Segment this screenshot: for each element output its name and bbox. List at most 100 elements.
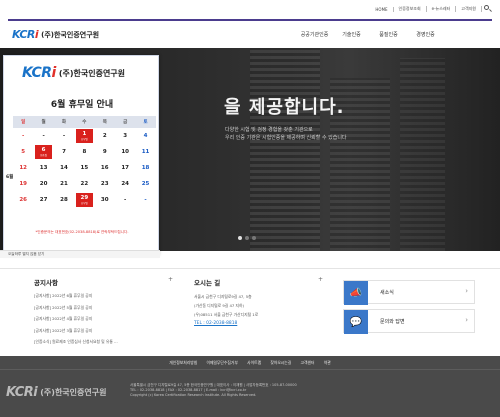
calendar-day: - [22, 133, 25, 139]
directions-more-button[interactable]: + [318, 276, 323, 283]
footer-divider [0, 369, 500, 370]
calendar-day: 14 [60, 165, 68, 171]
calendar-day: 16 [100, 165, 109, 171]
nav-management-cert[interactable]: 경영인증 [407, 31, 444, 38]
popup-logo-mark: KCRi [22, 65, 56, 81]
calendar-weekday: 화 [61, 120, 67, 125]
calendar-day: 5 [21, 149, 26, 155]
calendar-day: - [62, 133, 66, 139]
directions-address: 서울시 금천구 디지털로9길 47, 5층 (가산동 디지털로 9길 47 지하… [194, 294, 258, 326]
calendar-day: 17 [121, 165, 129, 171]
content-divider [0, 268, 500, 269]
calendar-day: 19 [19, 181, 28, 187]
calendar-month-label: 6월 [6, 175, 14, 180]
chevron-right-icon: › [465, 316, 468, 324]
calendar-day: 3 [123, 133, 128, 139]
calendar-day: 13 [39, 165, 48, 171]
directions-panel: 오시는 길 서울시 금천구 디지털로9길 47, 5층 (가산동 디지털로 9길… [194, 277, 258, 329]
chat-icon: 💬 [344, 310, 368, 334]
hero-pager-dot[interactable] [238, 236, 242, 240]
calendar-day: 26 [19, 197, 28, 203]
calendar-holiday-day: 6 현충일 [35, 145, 52, 159]
calendar-weekday: 토 [143, 120, 148, 125]
hero-subtitle: 우리 인증 기관은 시험인증을 제공하며 신뢰할 수 있습니다 [225, 135, 347, 141]
footer-link[interactable]: 고객센터 [297, 360, 319, 365]
search-icon[interactable] [482, 4, 492, 14]
notice-item[interactable]: [공지사항] 2022년 5월 휴무일 공지 [34, 305, 118, 311]
site-header: KCRi (주)한국인증연구원 공공기관인증 기술인증 품질인증 경영인증 [0, 22, 500, 48]
calendar-day: 8 [82, 149, 87, 155]
footer-links: 개인정보처리방침 이메일무단수집거부 사이트맵 찾아오시는길 고객센터 약관 [0, 360, 500, 374]
calendar-day: - [144, 197, 147, 203]
nav-quality-cert[interactable]: 품질인증 [370, 31, 407, 38]
calendar-day: 2 [102, 133, 107, 139]
site-logo[interactable]: KCRi (주)한국인증연구원 [12, 28, 99, 41]
holiday-popup: KCRi (주)한국인증연구원 6월 휴무일 안내 일 월 화 수 목 금 토 - - - 1 휴무일… [3, 55, 159, 255]
top-link-home[interactable]: HOME [370, 6, 394, 12]
calendar-day: 20 [39, 181, 48, 187]
main-nav: 공공기관인증 기술인증 품질인증 경영인증 [296, 31, 444, 38]
calendar-day: 30 [100, 197, 109, 203]
nav-tech-cert[interactable]: 기술인증 [333, 31, 370, 38]
calendar-day: 12 [19, 165, 28, 171]
notice-more-button[interactable]: + [168, 276, 173, 283]
address-line: (우)08511 서울 금천구 가산디지털 1로 [194, 312, 259, 317]
footer-logo: KCRi (주)한국인증연구원 [6, 385, 106, 400]
top-accent-rule [8, 19, 492, 21]
notice-item[interactable]: [인증소식] 원료제조 인증심사 신청서요청 및 유통 ... [34, 339, 118, 345]
popup-close-bar[interactable]: 오늘하루 열지 않음 닫기 [0, 250, 160, 258]
hero-pager-dot[interactable] [252, 236, 256, 240]
nav-public-cert[interactable]: 공공기관인증 [296, 31, 333, 38]
notice-title: 공지사항 [34, 279, 58, 287]
calendar-day: - [42, 133, 45, 139]
hero-pager-dot[interactable] [245, 236, 249, 240]
calendar-day: 22 [80, 181, 89, 187]
footer-link[interactable]: 찾아오시는길 [266, 360, 295, 365]
directions-title: 오시는 길 [194, 279, 221, 287]
top-link-cert-search[interactable]: 인증정보조회 [394, 6, 427, 12]
calendar-weekday: 수 [82, 120, 87, 125]
top-link-support[interactable]: 고객지원 [456, 6, 482, 12]
footer-info: 서울특별시 금천구 디지털로9길 47, 5층 한국인증연구원 | 대표이사 :… [130, 383, 297, 398]
calendar-holiday-day: 1 휴무일 [76, 129, 93, 143]
hero-building-image [400, 58, 445, 251]
popup-logo: KCRi (주)한국인증연구원 [22, 65, 125, 81]
qna-shortcut[interactable]: 💬 문의와 답변 › [343, 309, 475, 334]
calendar-weekday: 금 [123, 120, 128, 125]
hero-pager [238, 236, 259, 240]
top-link-newsletter[interactable]: e-뉴스레터 [427, 6, 457, 12]
calendar-day: 4 [143, 133, 148, 139]
calendar-day: 24 [121, 181, 129, 187]
notice-item[interactable]: [공지사항] 2022년 3월 휴무일 공지 [34, 328, 118, 334]
calendar-holiday-day: 29 휴무일 [76, 193, 93, 207]
notice-list: [공지사항] 2022년 6월 휴무일 공지 [공지사항] 2022년 5월 휴… [34, 293, 118, 345]
calendar-day: 18 [141, 165, 150, 171]
phone-link[interactable]: TEL : 02-2038-8818 [194, 321, 258, 326]
calendar-day: 28 [60, 197, 68, 203]
calendar-day: 25 [141, 181, 150, 187]
hero-title: 을 제공합니다. [224, 97, 345, 118]
notice-item[interactable]: [공지사항] 2022년 6월 휴무일 공지 [34, 293, 118, 299]
calendar-day: 11 [141, 149, 150, 155]
logo-mark: KCRi [12, 28, 39, 41]
footer-link[interactable]: 이메일무단수집거부 [202, 360, 241, 365]
top-utility-bar: HOME 인증정보조회 e-뉴스레터 고객지원 [0, 0, 500, 20]
notice-item[interactable]: [공지사항] 2022년 4월 휴무일 공지 [34, 316, 118, 322]
megaphone-icon: 📣 [344, 281, 368, 305]
calendar-day: 27 [39, 197, 48, 203]
qna-shortcut-label: 문의와 답변 [380, 319, 405, 325]
hero-subtitle: 다양한 시험 및 검정 경험을 갖춘 기관으로 [225, 127, 313, 133]
news-shortcut[interactable]: 📣 새소식 › [343, 280, 475, 305]
popup-title: 6월 휴무일 안내 [50, 100, 114, 110]
footer-link[interactable]: 사이트맵 [243, 360, 265, 365]
chevron-right-icon: › [465, 287, 468, 295]
calendar-day: 7 [62, 149, 66, 155]
popup-close-label: 오늘하루 열지 않음 닫기 [8, 252, 45, 256]
footer-link[interactable]: 약관 [320, 360, 335, 365]
news-shortcut-label: 새소식 [380, 290, 394, 296]
calendar-weekday: 일 [21, 120, 26, 125]
popup-note: *인증문의는 대표번호(02-2038-8818)로 연락부탁드립니다. [35, 230, 129, 234]
hero-building-image [250, 48, 320, 251]
footer-link[interactable]: 개인정보처리방침 [165, 360, 201, 365]
holiday-calendar: 일 월 화 수 목 금 토 - - -1 휴무일 2 3 4 5 6 현충일 7 8 9 10 11 12 13 14 15 16 1… [13, 116, 156, 208]
